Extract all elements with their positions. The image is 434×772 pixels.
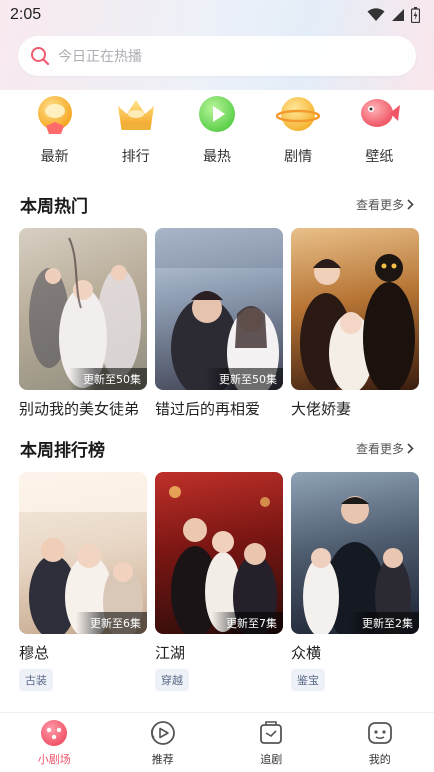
see-more-label: 查看更多 (355, 441, 404, 456)
drama-card[interactable]: 大佬娇妻 (291, 228, 419, 419)
see-more-link[interactable]: 查看更多 (356, 196, 414, 213)
poster-art (155, 228, 283, 390)
search-input[interactable]: 今日正在热播 (58, 46, 142, 66)
section-title: 本周排行榜 (20, 440, 105, 461)
poster-art (29, 237, 141, 388)
drama-title: 大佬娇妻 (291, 400, 352, 418)
tab-label: 小剧场 (37, 752, 71, 766)
drama-title: 别动我的美女徒弟 (19, 400, 140, 418)
episode-badge: 更新至2集 (348, 612, 419, 634)
theater-icon (41, 719, 68, 746)
drama-title: 众横 (291, 644, 322, 662)
poster-art (303, 496, 411, 634)
poster-image[interactable]: 更新至7集 (155, 472, 283, 634)
poster-art (169, 486, 277, 634)
chevron-right-icon (407, 198, 414, 210)
tab-label: 推荐 (151, 752, 174, 766)
episode-badge: 更新至7集 (212, 612, 283, 634)
tab-theater[interactable]: 小剧场 (14, 719, 94, 767)
crown-icon (117, 100, 154, 130)
poster-art (19, 472, 147, 634)
category-label: 最新 (40, 149, 69, 165)
search-bar[interactable]: 今日正在热播 (18, 36, 416, 76)
genre-tag[interactable]: 古装 (19, 669, 53, 691)
episode-badge: 更新至6集 (76, 612, 147, 634)
genre-tag[interactable]: 穿越 (155, 669, 189, 691)
episode-badge: 更新至50集 (205, 368, 283, 390)
drama-card[interactable]: 更新至7集 江湖 穿越 (155, 472, 283, 691)
weekly-rank-header: 本周排行榜 查看更多 (20, 436, 414, 461)
search-icon (31, 47, 50, 66)
episode-badge: 更新至50集 (69, 368, 147, 390)
profile-icon (367, 721, 392, 744)
drama-card[interactable]: 更新至2集 众横 鉴宝 (291, 472, 419, 691)
tab-recommend[interactable]: 推荐 (123, 719, 203, 767)
see-more-label: 查看更多 (355, 197, 404, 212)
tab-follow[interactable]: 追剧 (231, 719, 311, 767)
drama-card[interactable]: 更新至50集 别动我的美女徒弟 (19, 228, 147, 419)
planet-icon (276, 97, 321, 131)
drama-card[interactable]: 更新至50集 错过后的再相爱 (155, 228, 283, 419)
tab-label: 追剧 (260, 752, 283, 766)
cellular-icon (392, 9, 404, 21)
battery-icon (411, 7, 420, 23)
newest-icon (37, 96, 72, 134)
drama-title: 穆总 (19, 644, 50, 662)
category-label: 壁纸 (365, 149, 394, 165)
category-hottest[interactable]: 最热 (185, 92, 249, 174)
poster-image[interactable]: 更新至6集 (19, 472, 147, 634)
poster-art (300, 254, 415, 390)
category-label: 最热 (202, 149, 231, 165)
follow-icon (260, 720, 283, 744)
poster-image[interactable]: 更新至50集 (19, 228, 147, 390)
section-title: 本周热门 (20, 196, 88, 217)
status-icons (367, 7, 420, 23)
genre-tag[interactable]: 鉴宝 (291, 669, 325, 691)
weekly-hot-header: 本周热门 查看更多 (20, 192, 414, 217)
status-time: 2:05 (10, 6, 42, 23)
poster-image[interactable]: 更新至50集 (155, 228, 283, 390)
category-plot[interactable]: 剧情 (266, 92, 330, 174)
category-wallpaper[interactable]: 壁纸 (347, 92, 411, 174)
category-newest[interactable]: 最新 (23, 92, 87, 174)
category-ranking[interactable]: 排行 (104, 92, 168, 174)
category-label: 剧情 (284, 149, 313, 165)
poster-image[interactable]: 更新至2集 (291, 472, 419, 634)
poster-image[interactable] (291, 228, 419, 390)
weekly-rank-list: 更新至6集 穆总 古装 更新至7集 江湖 穿越 更新至2集 众横 鉴宝 (19, 472, 419, 691)
chevron-right-icon (407, 442, 414, 454)
wifi-icon (367, 8, 385, 21)
weekly-hot-list: 更新至50集 别动我的美女徒弟 更新至50集 错过后的再相爱 大佬娇妻 (19, 228, 419, 419)
play-icon (198, 96, 235, 132)
drama-title: 错过后的再相爱 (155, 400, 261, 418)
drama-card[interactable]: 更新至6集 穆总 古装 (19, 472, 147, 691)
tab-profile[interactable]: 我的 (340, 719, 420, 767)
drama-title: 江湖 (155, 644, 186, 662)
bottom-tab-bar: 小剧场 推荐 追剧 我的 (0, 712, 434, 772)
category-row: 最新 排行 最热 剧情 壁纸 (0, 92, 434, 174)
status-bar: 2:05 (0, 0, 434, 30)
fish-icon (361, 99, 401, 127)
recommend-icon (150, 720, 175, 745)
category-label: 排行 (121, 149, 150, 165)
see-more-link[interactable]: 查看更多 (356, 440, 414, 457)
tab-label: 我的 (368, 752, 391, 766)
